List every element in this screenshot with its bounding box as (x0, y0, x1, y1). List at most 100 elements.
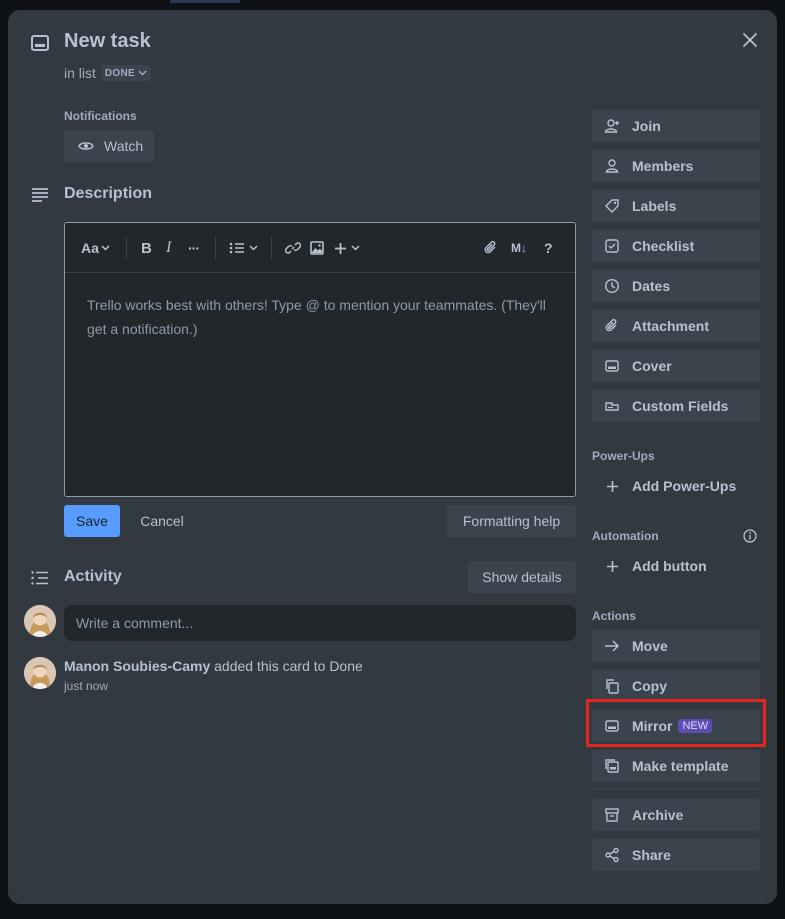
make-template-button[interactable]: Make template (592, 750, 760, 782)
labels-label: Labels (632, 198, 677, 214)
image-button[interactable] (310, 236, 324, 260)
cover-label: Cover (632, 358, 672, 374)
checklist-button[interactable]: Checklist (592, 230, 760, 262)
actions-label: Actions (592, 609, 637, 623)
paperclip-icon (483, 240, 499, 256)
highlight-box (586, 699, 766, 747)
card-detail-modal: New task in list DONE Notifications Watc… (8, 10, 777, 904)
copy-icon (604, 678, 620, 694)
insert-button[interactable] (334, 236, 360, 260)
eye-icon (78, 140, 94, 152)
help-button[interactable]: ? (544, 236, 553, 260)
activity-heading: Activity (64, 568, 122, 585)
tag-icon (604, 198, 620, 214)
cancel-button[interactable]: Cancel (126, 505, 198, 537)
attach-button[interactable] (483, 236, 499, 260)
toolbar-divider (271, 237, 272, 259)
template-icon (604, 758, 620, 774)
add-person-icon (604, 118, 620, 134)
toolbar-divider (215, 237, 216, 259)
add-power-ups-button[interactable]: Add Power-Ups (592, 470, 760, 502)
close-icon (742, 32, 758, 48)
list-dropdown[interactable]: DONE (100, 65, 151, 81)
editor-toolbar: Aa B I ··· M↓ ? (65, 223, 575, 273)
join-button[interactable]: Join (592, 110, 760, 142)
help-icon: ? (544, 240, 553, 256)
chevron-down-icon (138, 70, 147, 76)
share-icon (604, 847, 620, 863)
activity-entry: Manon Soubies-Camy added this card to Do… (64, 658, 363, 674)
more-icon: ··· (188, 240, 200, 256)
formatting-help-button[interactable]: Formatting help (447, 505, 576, 537)
card-title[interactable]: New task (64, 30, 151, 53)
notifications-label: Notifications (64, 109, 137, 123)
attachment-button[interactable]: Attachment (592, 310, 760, 342)
bold-button[interactable]: B (141, 236, 152, 260)
paperclip-icon (604, 318, 620, 334)
members-label: Members (632, 158, 694, 174)
link-icon (285, 240, 301, 256)
in-list-line: in list DONE (64, 65, 151, 81)
markdown-icon: M↓ (511, 241, 527, 255)
watch-label: Watch (104, 138, 144, 154)
bullet-list-icon (229, 242, 245, 254)
description-placeholder: Trello works best with others! Type @ to… (87, 297, 546, 337)
show-details-button[interactable]: Show details (468, 561, 576, 593)
close-button[interactable] (734, 24, 766, 56)
list-name: DONE (104, 67, 135, 79)
make-template-label: Make template (632, 758, 729, 774)
archive-icon (604, 807, 620, 823)
custom-fields-label: Custom Fields (632, 398, 729, 414)
add-power-ups-label: Add Power-Ups (632, 478, 737, 494)
info-icon[interactable] (742, 528, 758, 544)
clock-icon (604, 278, 620, 294)
description-editor[interactable]: Aa B I ··· M↓ ? Trello works best with o… (64, 222, 576, 497)
italic-icon: I (166, 239, 172, 256)
markdown-button[interactable]: M↓ (511, 236, 527, 260)
italic-button[interactable]: I (166, 236, 171, 260)
custom-fields-button[interactable]: Custom Fields (592, 390, 760, 422)
plus-icon (604, 478, 620, 494)
copy-label: Copy (632, 678, 667, 694)
custom-field-icon (604, 398, 620, 414)
text-style-button[interactable]: Aa (81, 236, 110, 260)
members-button[interactable]: Members (592, 150, 760, 182)
plus-icon (334, 242, 347, 255)
checklist-label: Checklist (632, 238, 695, 254)
labels-button[interactable]: Labels (592, 190, 760, 222)
chevron-down-icon (249, 245, 258, 251)
copy-button[interactable]: Copy (592, 670, 760, 702)
move-button[interactable]: Move (592, 630, 760, 662)
card-cover-icon (604, 358, 620, 374)
avatar (24, 605, 56, 637)
activity-timestamp[interactable]: just now (64, 679, 108, 693)
backdrop-strip (170, 0, 240, 3)
arrow-right-icon (604, 638, 620, 654)
bullet-list-button[interactable] (229, 236, 258, 260)
add-button-button[interactable]: Add button (592, 550, 760, 582)
dates-label: Dates (632, 278, 671, 294)
plus-icon (604, 558, 620, 574)
actions-divider (592, 789, 760, 790)
description-heading: Description (64, 185, 153, 202)
automation-label: Automation (592, 529, 659, 543)
attachment-label: Attachment (632, 318, 710, 334)
image-icon (310, 241, 324, 255)
chevron-down-icon (101, 245, 110, 251)
activity-user[interactable]: Manon Soubies-Camy (64, 658, 210, 674)
move-label: Move (632, 638, 668, 654)
power-ups-label: Power-Ups (592, 449, 655, 463)
link-button[interactable] (285, 236, 301, 260)
save-button[interactable]: Save (64, 505, 120, 537)
watch-button[interactable]: Watch (64, 130, 154, 162)
archive-button[interactable]: Archive (592, 799, 760, 831)
more-formatting-button[interactable]: ··· (188, 236, 200, 260)
dates-button[interactable]: Dates (592, 270, 760, 302)
archive-label: Archive (632, 807, 684, 823)
description-icon (30, 185, 50, 205)
share-button[interactable]: Share (592, 839, 760, 871)
cover-button[interactable]: Cover (592, 350, 760, 382)
in-list-prefix: in list (64, 65, 96, 81)
chevron-down-icon (351, 245, 360, 251)
comment-input[interactable]: Write a comment... (64, 605, 576, 641)
